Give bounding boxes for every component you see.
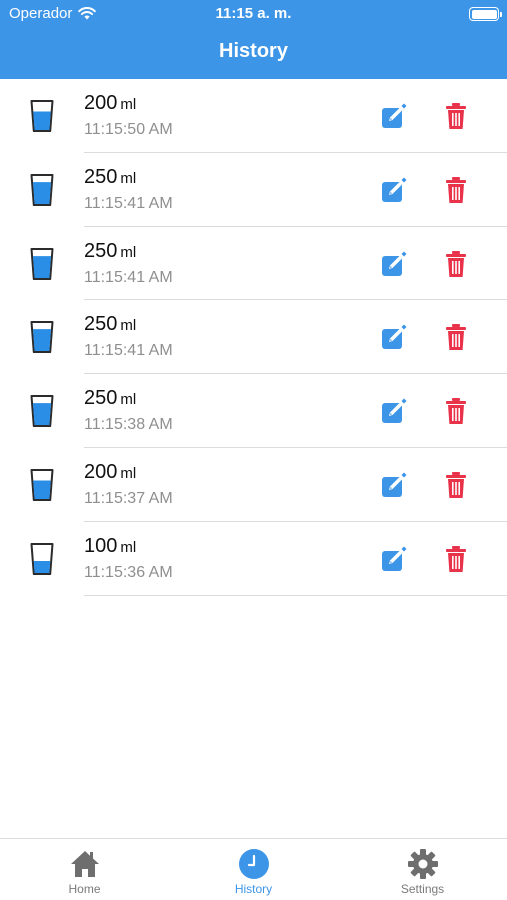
water-glass-icon [30, 468, 54, 501]
history-row: 200 ml 11:15:50 AM [0, 79, 507, 153]
home-icon [70, 851, 99, 877]
amount-value: 200 [84, 460, 118, 483]
trash-icon[interactable] [445, 471, 467, 499]
amount-unit: ml [120, 317, 137, 335]
amount-value: 100 [84, 534, 118, 557]
edit-button[interactable] [380, 250, 408, 278]
entry-time: 11:15:41 AM [84, 268, 173, 286]
amount-unit: ml [120, 243, 137, 261]
amount-unit: ml [120, 169, 137, 187]
tab-settings[interactable]: Settings [338, 839, 507, 900]
amount-unit: ml [120, 391, 137, 409]
amount-value: 250 [84, 313, 118, 336]
entry-time: 11:15:37 AM [84, 489, 173, 507]
amount-value: 250 [84, 239, 118, 262]
trash-icon[interactable] [445, 397, 467, 425]
amount-label: 250 ml [84, 387, 136, 410]
edit-button[interactable] [380, 545, 408, 573]
tab-settings-label: Settings [400, 882, 445, 896]
entry-time: 11:15:38 AM [84, 416, 173, 434]
amount-label: 250 ml [84, 313, 136, 336]
amount-value: 250 [84, 165, 118, 188]
amount-label: 250 ml [84, 240, 136, 263]
status-time: 11:15 a. m. [215, 5, 292, 22]
tab-bar: Home History Settings [0, 838, 507, 900]
trash-icon[interactable] [445, 176, 467, 204]
edit-button[interactable] [380, 471, 408, 499]
entry-time: 11:15:50 AM [84, 121, 173, 138]
trash-icon[interactable] [445, 102, 467, 130]
page-title: History [219, 40, 288, 62]
history-row: 250 ml 11:15:41 AM [0, 300, 507, 375]
navigation-header: Operador 11:15 a. m. History [0, 0, 507, 79]
entry-time: 11:15:36 AM [84, 563, 173, 581]
amount-value: 250 [84, 387, 118, 410]
tab-history[interactable]: History [169, 839, 338, 900]
battery-icon [469, 7, 502, 21]
status-bar: Operador 11:15 a. m. [0, 0, 507, 28]
trash-icon[interactable] [445, 545, 467, 573]
trash-icon[interactable] [445, 250, 467, 278]
history-row: 100 ml 11:15:36 AM [0, 522, 507, 596]
trash-icon[interactable] [445, 323, 467, 351]
amount-label: 200 ml [84, 92, 136, 115]
tab-home-label: Home [68, 882, 101, 896]
amount-value: 200 [84, 92, 118, 114]
edit-button[interactable] [380, 323, 408, 351]
history-row: 250 ml 11:15:41 AM [0, 153, 507, 227]
amount-label: 200 ml [84, 461, 136, 484]
entry-time: 11:15:41 AM [84, 194, 173, 212]
row-divider [84, 594, 507, 596]
history-row: 250 ml 11:15:41 AM [0, 227, 507, 301]
tab-history-label: History [234, 882, 273, 896]
history-list: 200 ml 11:15:50 AM 250 ml 11:15:41 AM 250 ml 11:… [0, 79, 507, 596]
edit-button[interactable] [380, 176, 408, 204]
water-glass-icon [30, 100, 54, 132]
amount-unit: ml [120, 538, 137, 556]
history-row: 200 ml 11:15:37 AM [0, 448, 507, 522]
history-row: 250 ml 11:15:38 AM [0, 374, 507, 448]
water-glass-icon [30, 247, 54, 280]
water-glass-icon [30, 542, 54, 575]
amount-label: 250 ml [84, 166, 136, 189]
water-glass-icon [30, 321, 54, 354]
tab-home[interactable]: Home [0, 839, 169, 900]
edit-button[interactable] [380, 397, 408, 425]
clock-icon [238, 849, 269, 879]
amount-unit: ml [120, 464, 137, 482]
edit-button[interactable] [380, 102, 408, 130]
entry-time: 11:15:41 AM [84, 342, 173, 360]
water-glass-icon [30, 173, 54, 206]
gear-icon [407, 849, 438, 879]
water-glass-icon [30, 395, 54, 428]
amount-unit: ml [120, 96, 137, 113]
amount-label: 100 ml [84, 535, 136, 558]
